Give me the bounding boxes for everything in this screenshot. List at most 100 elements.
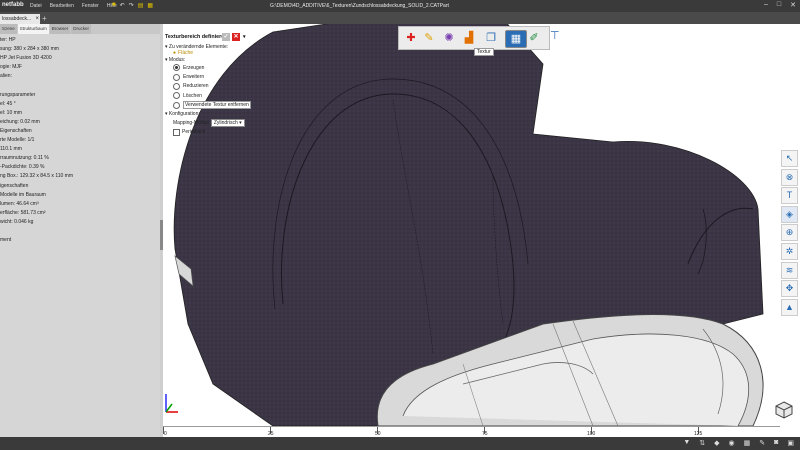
tab-drucker[interactable]: Drucker — [71, 24, 92, 34]
property-line: ment — [0, 237, 12, 244]
property-line: alien: — [0, 73, 12, 80]
export-icon[interactable]: ▦ — [147, 2, 153, 9]
title-bar: netfabb Datei Bearbeiten Fenster Hilfe ■… — [0, 0, 800, 12]
mapping-select[interactable]: Zylindrisch ▾ — [210, 118, 245, 127]
cross-circle-icon[interactable]: ⊗ — [781, 168, 798, 186]
mode-option-label: Löschen — [183, 92, 202, 99]
mapping-row: Mapping-Modus Zylindrisch ▾ — [173, 118, 265, 127]
property-line: el: 10 mm — [0, 109, 22, 116]
radio-icon — [173, 82, 180, 90]
status-bar: ▼ ⇅ ◆ ◉ ▦ ✎ ◙ ▣ — [0, 437, 800, 450]
display-icon[interactable]: ▣ — [787, 439, 794, 447]
document-tab[interactable]: lossabdeck... × — [0, 14, 40, 24]
mode-option-label: Erweitern — [183, 74, 205, 81]
add-circle-icon[interactable]: ⊕ — [781, 224, 798, 242]
property-line: eichung: 0.02 mm — [0, 118, 40, 125]
view-icon[interactable]: ◉ — [729, 439, 735, 447]
property-line: sung: 380 x 284 x 380 mm — [0, 46, 59, 53]
property-line — [0, 81, 158, 90]
mode-option-remove-texture[interactable]: Verwendete Textur entfernen — [173, 101, 265, 110]
menu-bar: Datei Bearbeiten Fenster Hilfe — [30, 3, 117, 9]
confirm-button[interactable]: ✓ — [222, 33, 230, 41]
edit-icon[interactable]: ✐ — [526, 30, 542, 46]
settings-icon[interactable]: ✲ — [781, 242, 798, 260]
view-cube[interactable] — [775, 401, 793, 419]
quick-access-toolbar: ■ ↶ ↷ ▤ ▦ — [112, 2, 153, 9]
select-icon[interactable]: ↖ — [781, 150, 798, 167]
undo-icon[interactable]: ↶ — [120, 2, 125, 9]
panel-tabs: Szene Strukturbaum Browser Drucker — [0, 24, 160, 34]
section-config[interactable]: ▾ Konfiguration: — [165, 111, 265, 117]
camera-icon[interactable]: ◙ — [774, 439, 778, 447]
menu-datei[interactable]: Datei — [30, 3, 42, 9]
ribbon-tooltip: Textur — [474, 48, 494, 56]
menu-bearbeiten[interactable]: Bearbeiten — [50, 3, 74, 9]
layers-icon[interactable]: ≋ — [781, 261, 798, 279]
save-icon[interactable]: ■ — [112, 2, 116, 9]
window-title: G:\DEMO\4D_ADDITIVE\6_Texturen\Zundschlo… — [270, 3, 449, 9]
property-line: wicht: 0.046 kg — [0, 218, 34, 225]
radio-icon — [173, 64, 180, 72]
tab-close-icon[interactable]: × — [35, 14, 39, 24]
mode-option-loeschen[interactable]: Löschen — [173, 91, 265, 100]
maximize-icon[interactable]: □ — [777, 1, 781, 9]
filter-icon[interactable]: ▼ — [683, 439, 690, 447]
options-dropdown-icon[interactable]: ▾ — [243, 34, 246, 40]
mode-option-erweitern[interactable]: Erweitern — [173, 72, 265, 81]
property-line: rraumnutzung: 0.11 % — [0, 155, 49, 162]
stamp-icon[interactable]: ⊤ — [550, 29, 560, 42]
menu-fenster[interactable]: Fenster — [82, 3, 99, 9]
close-icon[interactable]: ✕ — [790, 1, 796, 9]
right-toolbar: ↖ ⊗ T ◈ ⊕ ✲ ≋ ✥ ▲ — [781, 150, 798, 317]
sort-icon[interactable]: ⇅ — [699, 439, 705, 447]
mode-option-label: Erzeugen — [183, 64, 205, 71]
app-logo: netfabb — [2, 2, 24, 8]
tab-szene[interactable]: Szene — [0, 24, 17, 34]
periodic-label: Periodisch — [182, 129, 206, 136]
text-icon[interactable]: T — [781, 187, 798, 205]
cancel-button[interactable]: ✕ — [232, 33, 240, 41]
property-line: Modelle im Bauraum — [0, 191, 46, 198]
mode-option-erzeugen[interactable]: Erzeugen — [173, 63, 265, 72]
texture-tool-icon[interactable]: ◈ — [781, 205, 798, 223]
redo-icon[interactable]: ↷ — [129, 2, 134, 9]
section-modus-label: Modus: — [168, 57, 186, 63]
mapping-label: Mapping-Modus — [173, 119, 209, 126]
mountain-icon[interactable]: ▲ — [781, 298, 798, 316]
element-face-item[interactable]: ● Fläche — [173, 50, 265, 56]
add-icon[interactable]: ✚ — [403, 30, 419, 46]
property-line: lumen: 46.64 cm³ — [0, 200, 39, 207]
edit-icon[interactable]: ✎ — [759, 439, 765, 447]
grid-icon[interactable]: ▦ — [744, 439, 751, 447]
open-icon[interactable]: ▤ — [138, 2, 144, 9]
axis-gizmo — [165, 394, 178, 413]
tab-strukturbaum[interactable]: Strukturbaum — [17, 24, 49, 34]
property-line: Eigenschaften — [0, 127, 32, 134]
tab-browser[interactable]: Browser — [49, 24, 71, 34]
mode-option-reduzieren[interactable]: Reduzieren — [173, 82, 265, 91]
copy-icon[interactable]: ❐ — [483, 30, 499, 46]
periodic-checkbox[interactable]: Periodisch — [173, 128, 265, 136]
mapping-value: Zylindrisch — [213, 119, 238, 126]
property-line: HP Jet Fusion 3D 4200 — [0, 55, 52, 62]
brush-icon[interactable]: ✎ — [421, 30, 437, 46]
move-icon[interactable]: ✥ — [781, 280, 798, 298]
property-line: rungsparameter — [0, 91, 36, 98]
property-line: rte Modelle: 1/1 — [0, 137, 35, 144]
texture-panel-title: Texturbereich definieren — [165, 34, 228, 40]
minimize-icon[interactable]: – — [764, 1, 768, 9]
status-icons: ▼ ⇅ ◆ ◉ ▦ ✎ ◙ ▣ — [683, 439, 794, 447]
face-icon: ● — [173, 50, 177, 56]
texture-icon[interactable]: ▦ — [505, 30, 527, 48]
mode-option-label: Verwendete Textur entfernen — [183, 101, 251, 110]
property-list: ter: HP sung: 380 x 284 x 380 mm HP Jet … — [0, 36, 158, 245]
document-tab-label: lossabdeck... — [2, 16, 32, 22]
shape-icon[interactable]: ◆ — [714, 439, 719, 447]
document-tab-strip: lossabdeck... × + — [0, 12, 800, 24]
radio-icon — [173, 73, 180, 81]
new-tab-icon[interactable]: + — [42, 14, 47, 24]
property-line — [0, 227, 158, 236]
sparkle-icon[interactable]: ✺ — [441, 30, 457, 46]
bar-icon[interactable]: ▟ — [461, 30, 477, 46]
mode-option-label: Reduzieren — [183, 83, 209, 90]
